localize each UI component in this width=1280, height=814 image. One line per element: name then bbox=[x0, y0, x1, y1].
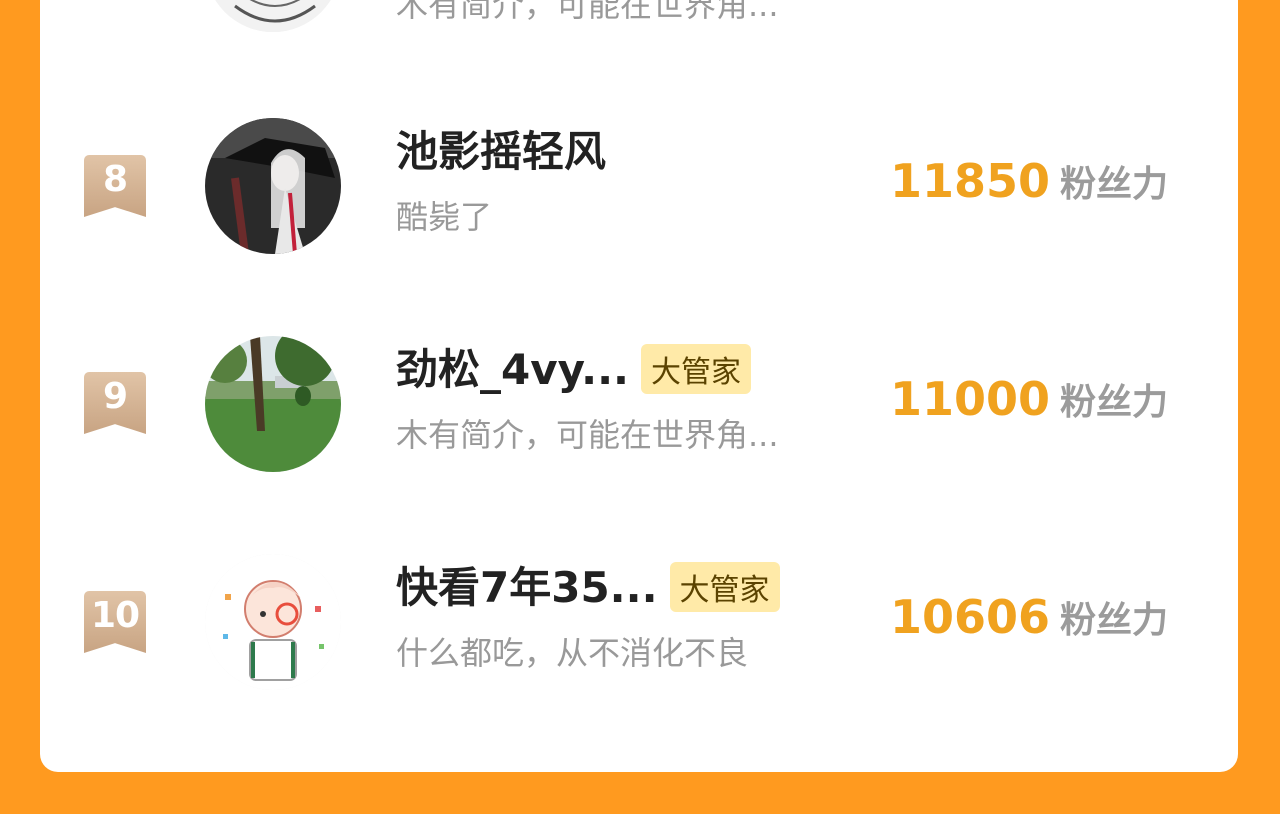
ranking-row-8[interactable]: 8 池影摇轻风 酷毙了 11850 粉丝力 bbox=[40, 110, 1238, 280]
avatar[interactable] bbox=[205, 118, 341, 254]
user-name[interactable]: 快看7年35... 大管家 bbox=[396, 554, 780, 616]
fan-power: 11850 粉丝力 bbox=[890, 154, 1168, 208]
ranking-row-10[interactable]: 10 快看7年35... 大管家 什么都吃，从不消化不良 10606 粉丝力 bbox=[40, 546, 1238, 716]
avatar[interactable] bbox=[205, 336, 341, 472]
rank-badge: 9 bbox=[84, 372, 146, 434]
fan-power-value: 10606 bbox=[889, 590, 1050, 644]
fan-power-label: 粉丝力 bbox=[1059, 164, 1168, 205]
fan-power-label: 粉丝力 bbox=[1059, 382, 1168, 423]
user-name[interactable]: 劲松_4vy... 大管家 bbox=[396, 336, 751, 398]
fan-power-value: 11850 bbox=[889, 154, 1050, 208]
avatar[interactable] bbox=[205, 0, 341, 32]
steward-badge: 大管家 bbox=[641, 343, 751, 394]
rank-badge: 10 bbox=[84, 591, 146, 653]
ranking-panel: 木有简介，可能在世界角... 8 池影摇轻风 酷毙了 11850 粉丝力 9 劲… bbox=[40, 0, 1238, 772]
avatar[interactable] bbox=[205, 554, 341, 690]
fan-power: 10606 粉丝力 bbox=[890, 590, 1168, 644]
user-bio: 木有简介，可能在世界角... bbox=[396, 416, 779, 454]
partial-bio: 木有简介，可能在世界角... bbox=[396, 0, 779, 24]
user-name[interactable]: 池影摇轻风 bbox=[396, 118, 606, 179]
fan-power-label: 粉丝力 bbox=[1059, 600, 1168, 641]
fan-power: 11000 粉丝力 bbox=[890, 372, 1168, 426]
user-bio: 什么都吃，从不消化不良 bbox=[396, 634, 749, 672]
rank-badge: 8 bbox=[84, 155, 146, 217]
user-bio: 酷毙了 bbox=[396, 198, 493, 236]
ranking-row-9[interactable]: 9 劲松_4vy... 大管家 木有简介，可能在世界角... 11000 粉丝力 bbox=[40, 328, 1238, 498]
partial-avatar bbox=[205, 0, 341, 32]
fan-power-value: 11000 bbox=[889, 372, 1050, 426]
steward-badge: 大管家 bbox=[669, 561, 780, 612]
